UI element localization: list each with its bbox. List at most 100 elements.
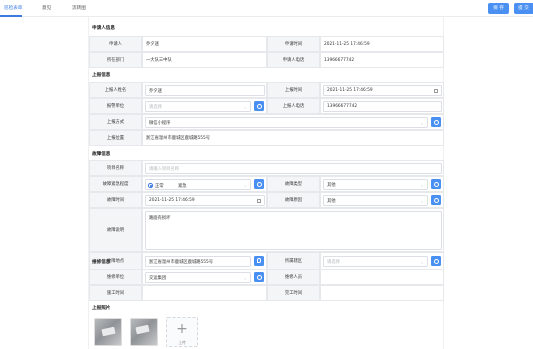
district-placeholder: 请选择: [327, 259, 340, 265]
alarm-unit-label: 报警单位: [89, 98, 142, 114]
fault-reason-text: 其他: [327, 198, 336, 204]
project-name-label: 项目名称: [89, 160, 142, 176]
reporter-name-input[interactable]: 乔夕迷: [145, 85, 265, 96]
urgency-normal-radio[interactable]: [148, 183, 153, 188]
construction-start-value[interactable]: [142, 285, 267, 301]
repair-person-label: 维修人员: [267, 269, 320, 285]
department-label: 所在部门: [89, 52, 142, 68]
fault-place-input[interactable]: 浙江省温州市鹿城区鹿城路555号: [145, 256, 251, 267]
applicant-name-value: 乔夕迷: [142, 36, 267, 52]
fault-description-cell: 路面有损坏: [142, 208, 444, 252]
alarm-unit-select[interactable]: 请选择 ⌄: [145, 101, 251, 112]
report-time-label: 上报时间: [267, 82, 320, 98]
section-title-photos: 上报照片: [92, 306, 111, 311]
fault-type-text: 其他: [327, 182, 336, 188]
fault-description-label: 故障说明: [89, 208, 142, 252]
repair-unit-cell: 交运集团 ⌄: [142, 269, 267, 285]
tab-inspection-form[interactable]: 巡检表单: [4, 5, 22, 11]
urgency-cell: 正常 紧急 ⌄: [142, 176, 267, 192]
chevron-down-icon: ⌄: [243, 182, 247, 187]
section-title-fault: 故障信息: [92, 152, 111, 157]
reporter-name-cell: 乔夕迷: [142, 82, 267, 98]
top-bar: 巡检表单 意见 流转图 保 存 提 交: [0, 0, 533, 17]
fault-type-label: 故障类型: [267, 176, 320, 192]
section-title-applicant: 申请人信息: [92, 26, 115, 31]
report-method-settings-button[interactable]: [431, 117, 441, 127]
report-location-label: 上报位置: [89, 130, 142, 146]
alarm-unit-settings-button[interactable]: [254, 101, 264, 111]
district-label: 所属辖区: [267, 252, 320, 270]
submit-button[interactable]: 提 交: [514, 3, 533, 14]
gear-icon: [433, 197, 439, 203]
upload-photo-button[interactable]: + 上传: [166, 317, 198, 347]
reporter-phone-cell: 13966677742: [320, 98, 444, 114]
calendar-icon[interactable]: [257, 198, 261, 203]
gear-icon: [256, 103, 262, 109]
gear-icon: [256, 181, 262, 187]
map-pin-icon: [257, 258, 261, 263]
completion-time-label: 完工时间: [267, 285, 320, 301]
project-name-input[interactable]: 请输入项目名称: [145, 163, 442, 174]
applicant-phone-value: 13966677742: [320, 52, 444, 68]
report-time-text: 2021-11-25 17:46:59: [327, 88, 373, 93]
section-title-repair: 维修信息: [92, 260, 111, 265]
alarm-unit-placeholder: 请选择: [149, 104, 162, 110]
active-tab-indicator: [0, 15, 22, 17]
fault-type-cell: 其他 ⌄: [320, 176, 444, 192]
repair-person-value[interactable]: [320, 269, 444, 285]
construction-start-label: 施工时间: [89, 285, 142, 301]
fault-reason-select[interactable]: 其他 ⌄: [323, 195, 428, 206]
district-select[interactable]: 请选择 ⌄: [323, 256, 428, 267]
apply-time-value: 2021-11-25 17:46:59: [320, 36, 444, 52]
report-method-label: 上报方式: [89, 114, 142, 130]
reporter-name-label: 上报人姓名: [89, 82, 142, 98]
report-photo-2[interactable]: [130, 318, 158, 346]
chevron-down-icon: ⌄: [243, 275, 247, 280]
gear-icon: [256, 274, 262, 280]
urgency-radio-group: 正常 紧急 ⌄: [145, 179, 251, 190]
inspection-form: 申请人信息 申请人 乔夕迷 申请时间 2021-11-25 17:46:59 所…: [88, 17, 444, 349]
section-title-reporter: 上报信息: [92, 73, 111, 78]
fault-time-input[interactable]: 2021-11-25 17:46:59: [145, 195, 265, 206]
chevron-down-icon: ⌄: [420, 259, 424, 264]
fault-reason-label: 故障原因: [267, 192, 320, 208]
upload-label: 上传: [178, 340, 186, 345]
urgency-normal-label: 正常: [155, 183, 164, 189]
gear-icon: [433, 258, 439, 264]
gear-icon: [433, 119, 439, 125]
fault-time-label: 故障时间: [89, 192, 142, 208]
fault-reason-settings-button[interactable]: [431, 195, 441, 205]
repair-unit-select[interactable]: 交运集团 ⌄: [145, 272, 251, 283]
chevron-down-icon: ⌄: [420, 120, 424, 125]
department-value: 一大队三中队: [142, 52, 267, 68]
urgency-urgent-label[interactable]: 紧急: [178, 183, 187, 189]
chevron-down-icon: ⌄: [420, 198, 424, 203]
fault-type-select[interactable]: 其他 ⌄: [323, 179, 428, 190]
map-pick-button[interactable]: [254, 256, 264, 266]
chevron-down-icon: ⌄: [420, 182, 424, 187]
fault-description-textarea[interactable]: 路面有损坏: [145, 211, 442, 250]
report-photo-1[interactable]: [94, 318, 122, 346]
completion-time-value[interactable]: [320, 285, 444, 301]
fault-place-cell: 浙江省温州市鹿城区鹿城路555号: [142, 252, 267, 270]
reporter-phone-input[interactable]: 13966677742: [323, 101, 442, 112]
tab-opinion[interactable]: 意见: [42, 5, 51, 11]
project-name-cell: 请输入项目名称: [142, 160, 444, 176]
applicant-phone-label: 申请人电话: [267, 52, 320, 68]
repair-unit-text: 交运集团: [149, 275, 167, 281]
report-time-input[interactable]: 2021-11-25 17:46:59: [323, 85, 442, 96]
fault-time-cell: 2021-11-25 17:46:59: [142, 192, 267, 208]
fault-type-settings-button[interactable]: [431, 179, 441, 189]
calendar-icon[interactable]: [434, 88, 438, 93]
chevron-down-icon: ⌄: [243, 104, 247, 109]
report-method-select[interactable]: 微信小程序 ⌄: [145, 117, 428, 128]
apply-time-label: 申请时间: [267, 36, 320, 52]
district-settings-button[interactable]: [431, 256, 441, 266]
alarm-unit-cell: 请选择 ⌄: [142, 98, 267, 114]
save-button[interactable]: 保 存: [488, 3, 509, 14]
tab-flow-chart[interactable]: 流转图: [72, 5, 86, 11]
repair-unit-settings-button[interactable]: [254, 272, 264, 282]
urgency-settings-button[interactable]: [254, 179, 264, 189]
report-location-value: 浙江省温州市鹿城区鹿城路555号: [142, 130, 444, 146]
plus-icon: +: [176, 321, 188, 337]
